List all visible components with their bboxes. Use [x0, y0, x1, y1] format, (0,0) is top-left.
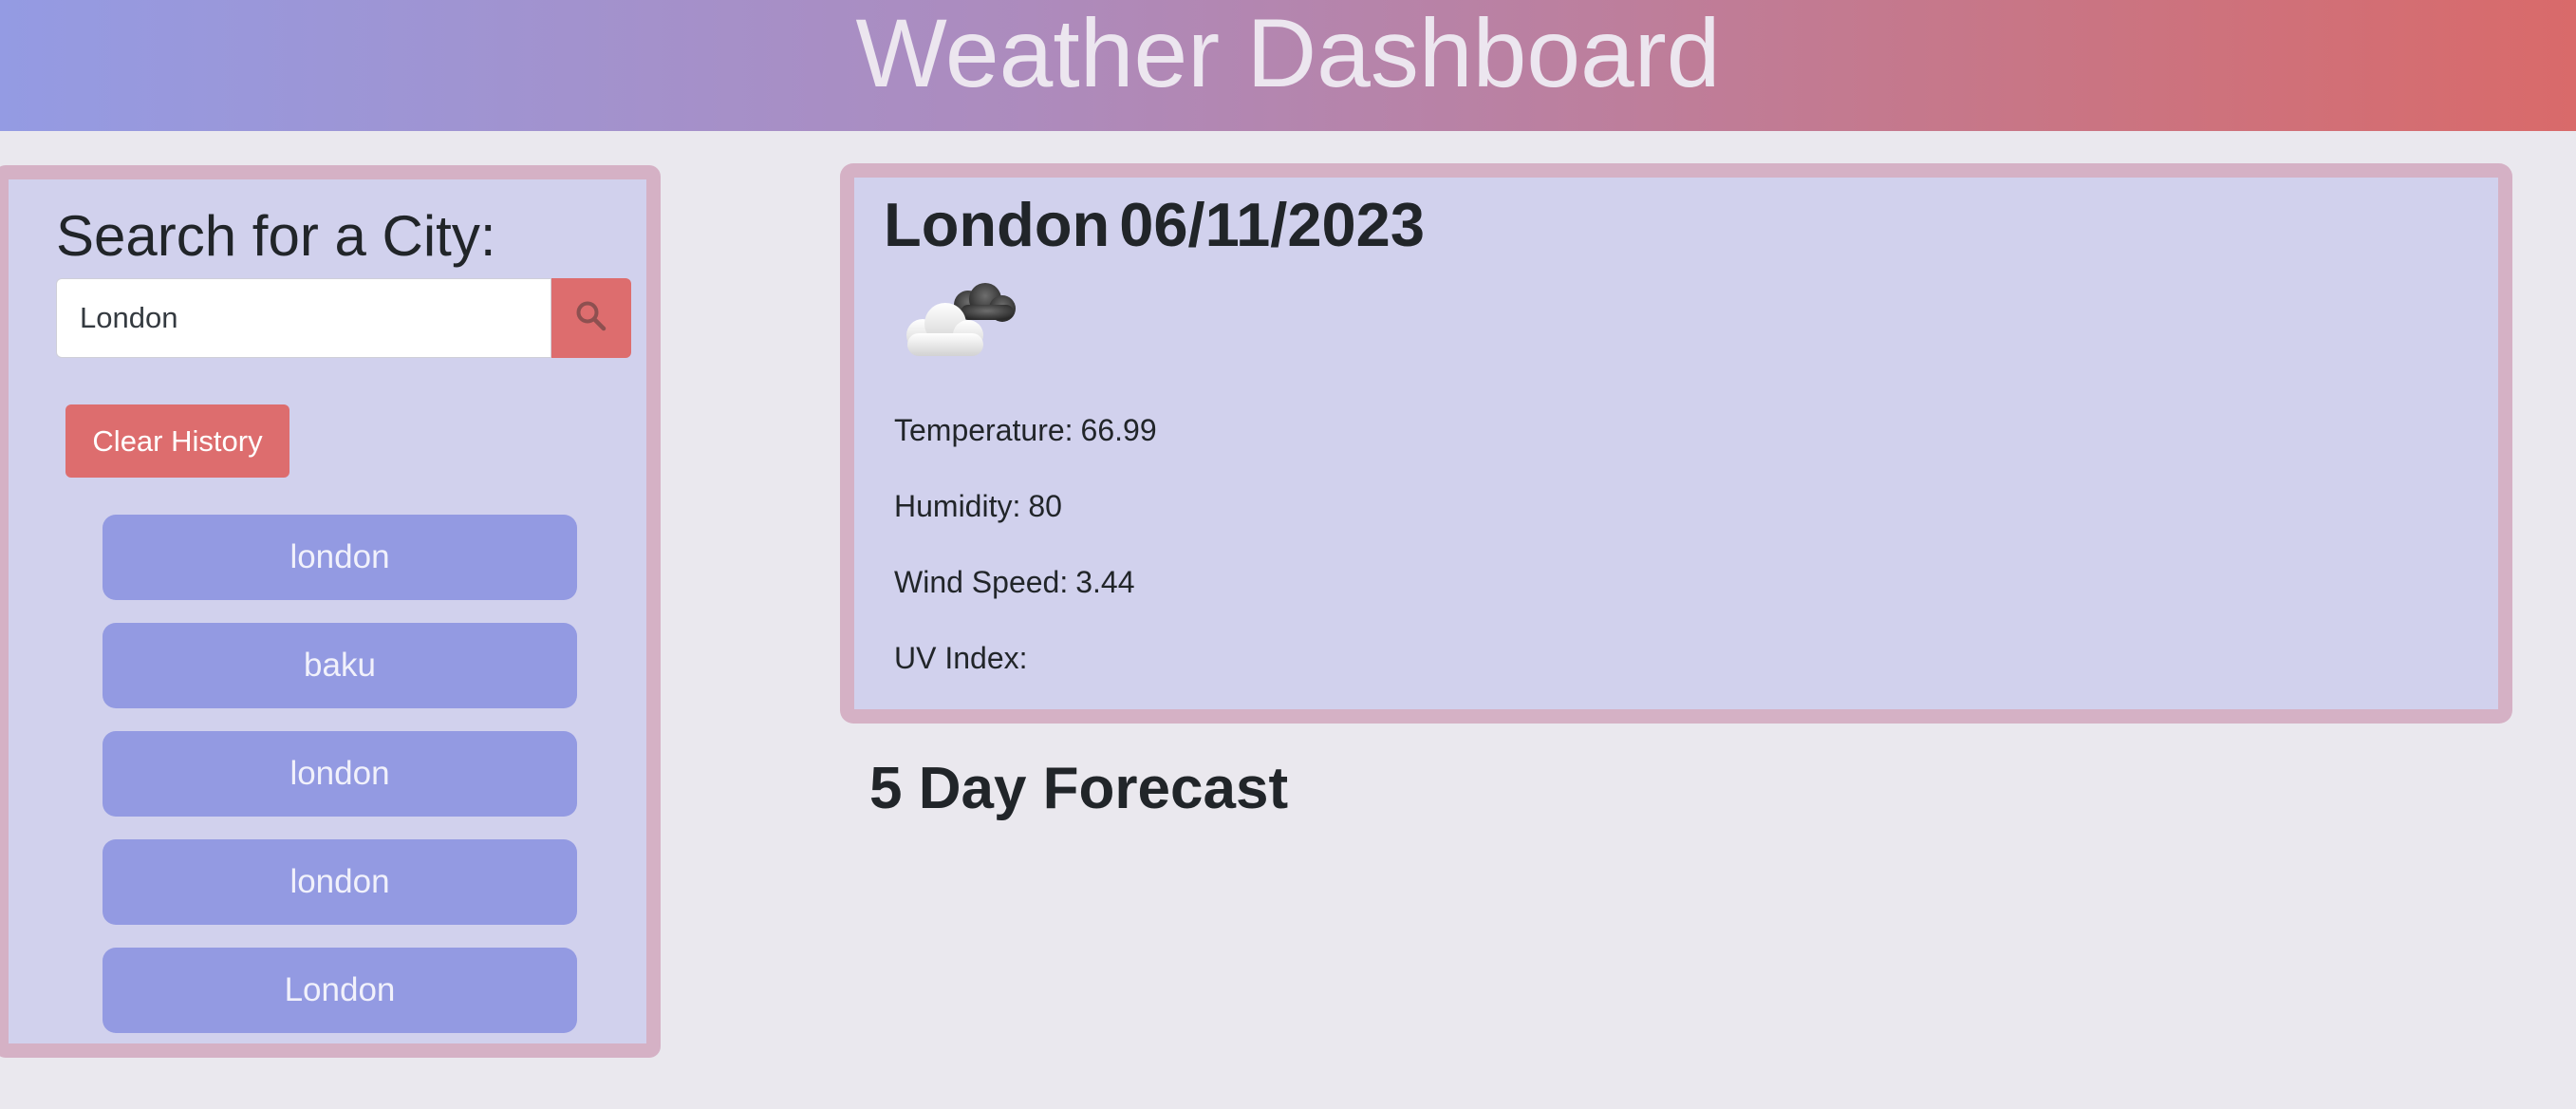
search-heading: Search for a City: — [56, 204, 496, 268]
search-button[interactable] — [551, 278, 631, 358]
history-city-button[interactable]: baku — [103, 623, 577, 708]
uv-index-stat: UV Index: — [894, 639, 1036, 677]
humidity-stat: Humidity: 80 — [894, 487, 1062, 525]
temperature-stat: Temperature: 66.99 — [894, 411, 1157, 449]
history-city-button[interactable]: london — [103, 731, 577, 817]
search-icon — [574, 299, 608, 338]
city-search-input[interactable] — [56, 278, 551, 358]
history-city-button[interactable]: london — [103, 839, 577, 925]
temperature-value: 66.99 — [1080, 413, 1157, 447]
wind-speed-stat: Wind Speed: 3.44 — [894, 563, 1135, 601]
humidity-value: 80 — [1028, 489, 1062, 523]
search-history-list: london baku london london London — [103, 515, 577, 1056]
current-city-name: London — [884, 190, 1111, 259]
wind-speed-label: Wind Speed: — [894, 565, 1069, 599]
current-weather-panel: London 06/11/2023 Temperature: 66.99 Hum… — [840, 163, 2512, 724]
page-title: Weather Dashboard — [855, 0, 1721, 107]
current-date: 06/11/2023 — [1119, 190, 1425, 259]
partly-cloudy-night-icon — [892, 276, 1025, 371]
history-city-button[interactable]: london — [103, 515, 577, 600]
temperature-label: Temperature: — [894, 413, 1073, 447]
forecast-heading: 5 Day Forecast — [869, 756, 1289, 821]
clear-history-button[interactable]: Clear History — [65, 404, 289, 478]
header-banner: Weather Dashboard — [0, 0, 2576, 131]
current-weather-title: London 06/11/2023 — [884, 187, 1425, 263]
search-panel: Search for a City: Clear History london … — [0, 165, 661, 1058]
wind-speed-value: 3.44 — [1075, 565, 1135, 599]
humidity-label: Humidity: — [894, 489, 1021, 523]
history-city-button[interactable]: London — [103, 948, 577, 1033]
uv-index-label: UV Index: — [894, 641, 1028, 675]
